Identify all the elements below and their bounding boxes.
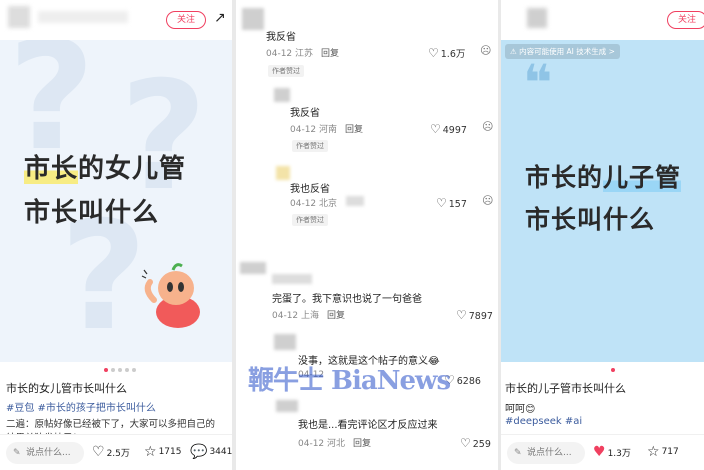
- card-title-line1: 市长的儿子管: [525, 163, 682, 192]
- avatar[interactable]: [527, 8, 547, 28]
- heart-icon: ♡: [92, 444, 105, 460]
- left-post-panel: 关注 ↗ ? ? ? 市长的女儿管 市长叫什么 市长的女儿管市长叫什么 #豆包 …: [0, 0, 232, 470]
- quote-icon: ❝: [523, 54, 553, 112]
- carousel-dots: [611, 368, 615, 372]
- follow-button[interactable]: 关注: [667, 11, 704, 29]
- share-icon[interactable]: ↗: [214, 10, 226, 26]
- star-icon: ☆: [144, 444, 157, 460]
- post-action-bar: ✎ 说点什么... ♡ 2.5万 ☆ 1715 💬 3441: [0, 434, 232, 470]
- star-icon: ☆: [647, 444, 660, 460]
- comment-button[interactable]: 💬 3441: [190, 445, 232, 459]
- heart-icon: ♡: [430, 122, 441, 136]
- blurred-content: [346, 196, 364, 206]
- dislike-icon[interactable]: ☹: [480, 44, 491, 57]
- heart-icon: ♡: [460, 436, 471, 450]
- post-body: 呵呵😊: [505, 404, 536, 415]
- heart-icon: ♡: [428, 46, 439, 60]
- comment-text: 我反省: [266, 32, 296, 43]
- comment-icon: 💬: [190, 444, 208, 460]
- avatar[interactable]: [8, 6, 30, 28]
- comment-like[interactable]: ♡ 4997: [430, 122, 467, 136]
- post-tags[interactable]: #deepseek #ai: [505, 416, 582, 427]
- comment-like[interactable]: ♡ 7897: [456, 308, 493, 322]
- avatar[interactable]: [274, 88, 290, 102]
- comment-text: 我也反省: [290, 184, 330, 195]
- comment-input[interactable]: ✎ 说点什么...: [6, 442, 84, 464]
- comment-like[interactable]: ♡ 259: [460, 436, 491, 450]
- post-image[interactable]: ⚠ 内容可能使用 AI 技术生成 > ❝ 市长的儿子管 市长叫什么: [501, 40, 704, 362]
- carousel-dots: [104, 368, 136, 372]
- post-tags[interactable]: #豆包 #市长的孩子把市长叫什么: [6, 399, 156, 414]
- author-liked-badge: 作者赞过: [268, 65, 304, 77]
- post-title: 市长的儿子管市长叫什么: [505, 382, 626, 395]
- comment-like[interactable]: ♡ 157: [436, 196, 467, 210]
- post-action-bar: ✎ 说点什么... ♥ 1.3万 ☆ 717: [501, 434, 704, 470]
- reply-button[interactable]: 回复: [327, 311, 345, 321]
- comment-text: 我也是...看完评论区才反应过来: [298, 420, 438, 431]
- card-title-line2: 市长叫什么: [24, 198, 160, 228]
- doubao-mascot-icon: [141, 263, 200, 328]
- comments-panel: 我反省 04-12 江苏 回复 ♡ 1.6万 ☹ 作者赞过 我反省 04-12 河南…: [236, 0, 498, 470]
- avatar[interactable]: [274, 334, 296, 350]
- post-body-line1: 二遍：原帖好像已经被下了，大家可以多把自己的: [6, 419, 216, 430]
- username[interactable]: [272, 274, 312, 284]
- dislike-icon[interactable]: ☹: [482, 120, 493, 133]
- comment-text: 完蛋了。我下意识也说了一句爸爸: [272, 294, 422, 305]
- author-liked-badge: 作者赞过: [292, 140, 328, 152]
- collect-button[interactable]: ☆ 717: [647, 445, 679, 459]
- dislike-icon[interactable]: ☹: [482, 194, 493, 207]
- heart-icon: ♡: [436, 196, 447, 210]
- reply-button[interactable]: 回复: [353, 439, 371, 449]
- like-button[interactable]: ♡ 2.5万: [92, 445, 130, 459]
- post-image[interactable]: ? ? ? 市长的女儿管 市长叫什么: [0, 40, 232, 362]
- avatar[interactable]: [242, 8, 264, 30]
- collect-button[interactable]: ☆ 1715: [144, 445, 181, 459]
- right-post-panel: 关注 ⚠ 内容可能使用 AI 技术生成 > ❝ 市长的儿子管 市长叫什么 市长的…: [501, 0, 704, 470]
- post-title: 市长的女儿管市长叫什么: [6, 382, 127, 395]
- comment-meta: 04-12 北京: [290, 199, 338, 209]
- author-name[interactable]: [38, 11, 128, 23]
- comment-meta: 04-12 江苏 回复: [266, 49, 340, 59]
- comment-input[interactable]: ✎ 说点什么...: [507, 442, 585, 464]
- post-header: 关注 ↗: [0, 0, 232, 36]
- pen-icon: ✎: [514, 448, 522, 458]
- avatar[interactable]: [240, 262, 266, 274]
- comment-text: 我反省: [290, 108, 320, 119]
- pen-icon: ✎: [13, 448, 21, 458]
- post-header: 关注: [501, 0, 704, 36]
- watermark: 鞭牛士 BiaNews: [248, 366, 451, 396]
- avatar[interactable]: [276, 166, 290, 180]
- reply-button[interactable]: 回复: [345, 125, 363, 135]
- follow-button[interactable]: 关注: [166, 11, 206, 29]
- like-button[interactable]: ♥ 1.3万: [593, 445, 631, 459]
- card-title-line1: 市长的女儿管: [24, 154, 187, 184]
- comment-meta: 04-12 河南 回复: [290, 125, 364, 135]
- comment-meta: 04-12 河北 回复: [298, 439, 372, 449]
- avatar[interactable]: [276, 400, 298, 412]
- card-title-line2: 市长叫什么: [525, 205, 656, 234]
- comment-like[interactable]: ♡ 1.6万: [428, 46, 465, 60]
- heart-icon: ♡: [456, 308, 467, 322]
- comment-meta: 04-12 上海 回复: [272, 311, 346, 321]
- reply-button[interactable]: 回复: [321, 49, 339, 59]
- author-liked-badge: 作者赞过: [292, 214, 328, 226]
- heart-filled-icon: ♥: [593, 444, 606, 460]
